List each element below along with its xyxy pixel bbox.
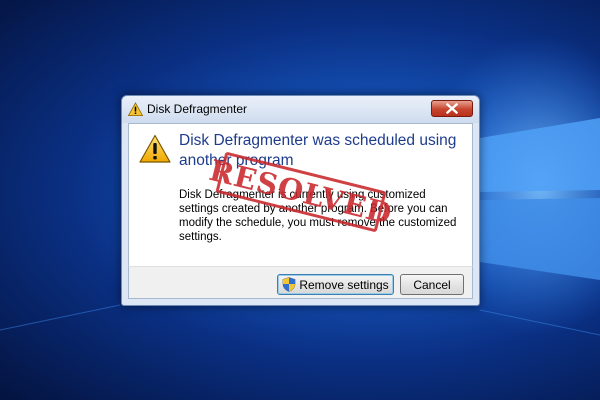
remove-settings-label: Remove settings [299,277,389,292]
dialog-content-area: Disk Defragmenter was scheduled using an… [128,123,473,266]
cancel-button[interactable]: Cancel [400,274,464,295]
disk-defragmenter-dialog: Disk Defragmenter Disk Defragmenter was [121,95,480,306]
dialog-title: Disk Defragmenter [147,102,248,116]
uac-shield-icon [283,277,296,292]
dialog-titlebar[interactable]: Disk Defragmenter [122,96,479,123]
cancel-label: Cancel [413,277,451,292]
content-text: Disk Defragmenter is currently using cus… [179,189,457,243]
close-button[interactable] [431,100,473,117]
main-instruction: Disk Defragmenter was scheduled using an… [179,132,457,169]
remove-settings-button[interactable]: Remove settings [277,274,394,295]
close-icon [446,103,458,114]
dialog-footer: Remove settings Cancel [128,266,473,299]
